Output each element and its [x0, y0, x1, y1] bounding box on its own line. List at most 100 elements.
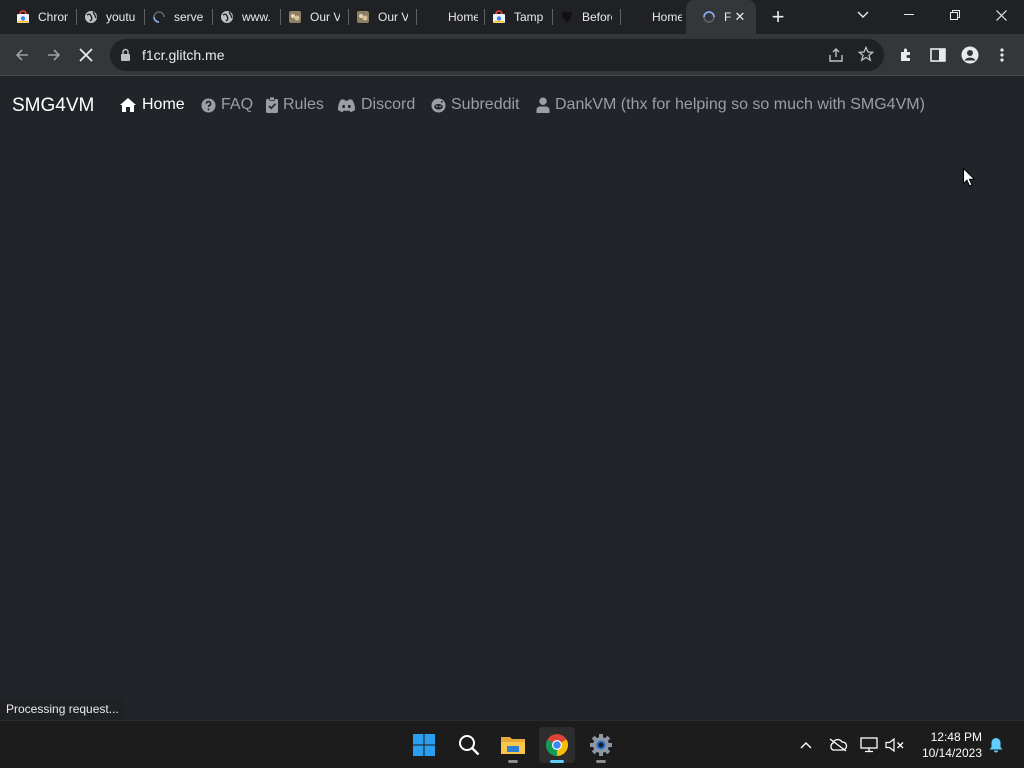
loading-spinner-icon [702, 10, 716, 24]
nav-dankvm[interactable]: DankVM (thx for helping so so much with … [536, 96, 925, 114]
tab-title: Tamp [514, 10, 544, 24]
browser-tab[interactable]: Before [544, 0, 620, 34]
close-window-button[interactable] [978, 0, 1024, 30]
user-icon [536, 97, 550, 113]
address-bar[interactable]: f1cr.glitch.me [110, 39, 884, 71]
tab-title: Before [582, 10, 612, 24]
nav-faq[interactable]: FAQ [201, 96, 253, 114]
browser-tab[interactable]: Tamp [476, 0, 552, 34]
nav-rules-label: Rules [283, 96, 324, 113]
globe-icon [84, 10, 98, 24]
arrow-right-icon [48, 49, 61, 61]
profile-avatar-icon [961, 46, 979, 64]
system-clock[interactable]: 12:48 PM 10/14/2023 [914, 729, 982, 761]
lock-icon[interactable] [120, 48, 131, 67]
clipboard-check-icon [266, 97, 278, 113]
nav-home[interactable]: Home [119, 96, 185, 114]
web-page: SMG4VM Home FAQ Rules Discord Subreddit … [0, 77, 1024, 720]
chrome-menu-button[interactable] [986, 39, 1018, 71]
tab-title: Our V [378, 10, 408, 24]
search-button[interactable] [451, 727, 487, 763]
tab-title: Our V [310, 10, 340, 24]
notifications-bell-icon[interactable] [986, 735, 1006, 755]
nav-subreddit-label: Subreddit [451, 96, 520, 113]
more-vert-icon [1000, 48, 1004, 62]
chrome-taskbar-button[interactable] [539, 727, 575, 763]
restore-button[interactable] [932, 0, 978, 30]
start-button[interactable] [406, 727, 442, 763]
browser-tab[interactable]: Home [612, 0, 688, 34]
browser-tab[interactable]: Home [408, 0, 484, 34]
tab-title: www. [242, 10, 271, 24]
dark-shield-icon [560, 10, 574, 24]
browser-tab[interactable]: Our V [340, 0, 416, 34]
nav-discord-label: Discord [361, 96, 416, 113]
reddit-icon [431, 97, 446, 113]
back-button[interactable] [6, 39, 38, 71]
nav-subreddit[interactable]: Subreddit [431, 96, 520, 114]
nav-rules[interactable]: Rules [266, 96, 324, 114]
tab-title: youtube [106, 10, 136, 24]
question-circle-icon [201, 97, 216, 113]
chevron-up-icon [800, 742, 812, 749]
nav-dankvm-label: DankVM (thx for helping so so much with … [555, 96, 925, 113]
url-text[interactable]: f1cr.glitch.me [142, 47, 224, 63]
puzzle-piece-icon [901, 48, 910, 61]
browser-tab[interactable]: Chrome [0, 0, 76, 34]
chrome-icon [546, 734, 568, 756]
browser-tab[interactable]: www. [204, 0, 280, 34]
arrow-left-icon [15, 49, 28, 61]
nav-faq-label: FAQ [221, 96, 254, 113]
status-bar: Processing request... [0, 698, 125, 720]
discord-icon [337, 98, 356, 113]
close-tab-icon[interactable]: ✕ [732, 9, 748, 25]
profile-button[interactable] [954, 39, 986, 71]
gif-favicon-icon [356, 10, 370, 24]
forward-button[interactable] [38, 39, 70, 71]
minimize-icon [904, 14, 914, 15]
extensions-button[interactable] [890, 39, 922, 71]
windows-taskbar: 12:48 PM 10/14/2023 [0, 720, 1024, 768]
loading-spinner-icon [152, 10, 166, 24]
tab-title: Chrome [38, 10, 68, 24]
nav-home-label: Home [142, 96, 185, 113]
clock-time: 12:48 PM [930, 730, 982, 744]
chrome-web-store-icon [16, 10, 30, 24]
onedrive-icon[interactable] [828, 735, 848, 755]
restore-icon [950, 10, 960, 20]
tab-title: Home [652, 10, 682, 24]
chevron-down-icon [857, 11, 869, 18]
side-panel-icon [930, 48, 946, 62]
settings-icon [590, 734, 612, 756]
settings-button[interactable] [583, 727, 619, 763]
share-icon[interactable] [828, 47, 844, 68]
clock-date: 10/14/2023 [921, 746, 982, 760]
browser-tab[interactable]: youtube [68, 0, 144, 34]
volume-muted-icon[interactable] [885, 735, 905, 755]
side-panel-button[interactable] [922, 39, 954, 71]
tab-title: Home [448, 10, 478, 24]
browser-tab[interactable]: Our V [272, 0, 348, 34]
file-explorer-button[interactable] [495, 727, 531, 763]
browser-tab-active[interactable]: F ✕ [686, 0, 756, 34]
minimize-button[interactable] [886, 0, 932, 30]
desktop-screen: Chrome youtube server www. [0, 0, 1024, 768]
tab-search-button[interactable] [840, 0, 886, 30]
stop-loading-button[interactable] [70, 39, 102, 71]
new-tab-button[interactable]: + [766, 5, 790, 29]
mouse-cursor-icon [963, 167, 976, 192]
browser-toolbar: f1cr.glitch.me [0, 34, 1024, 76]
gif-favicon-icon [288, 10, 302, 24]
site-brand[interactable]: SMG4VM [12, 95, 94, 117]
home-icon [119, 97, 137, 113]
tab-strip: Chrome youtube server www. [0, 0, 1024, 34]
show-hidden-icons-button[interactable] [796, 735, 816, 755]
close-icon [995, 9, 1007, 21]
network-icon[interactable] [859, 735, 879, 755]
tab-title: server [174, 10, 204, 24]
nav-discord[interactable]: Discord [337, 96, 415, 114]
chrome-web-store-icon [492, 10, 506, 24]
bookmark-star-icon[interactable] [857, 45, 875, 67]
browser-tab[interactable]: server [136, 0, 212, 34]
search-icon [459, 735, 480, 756]
